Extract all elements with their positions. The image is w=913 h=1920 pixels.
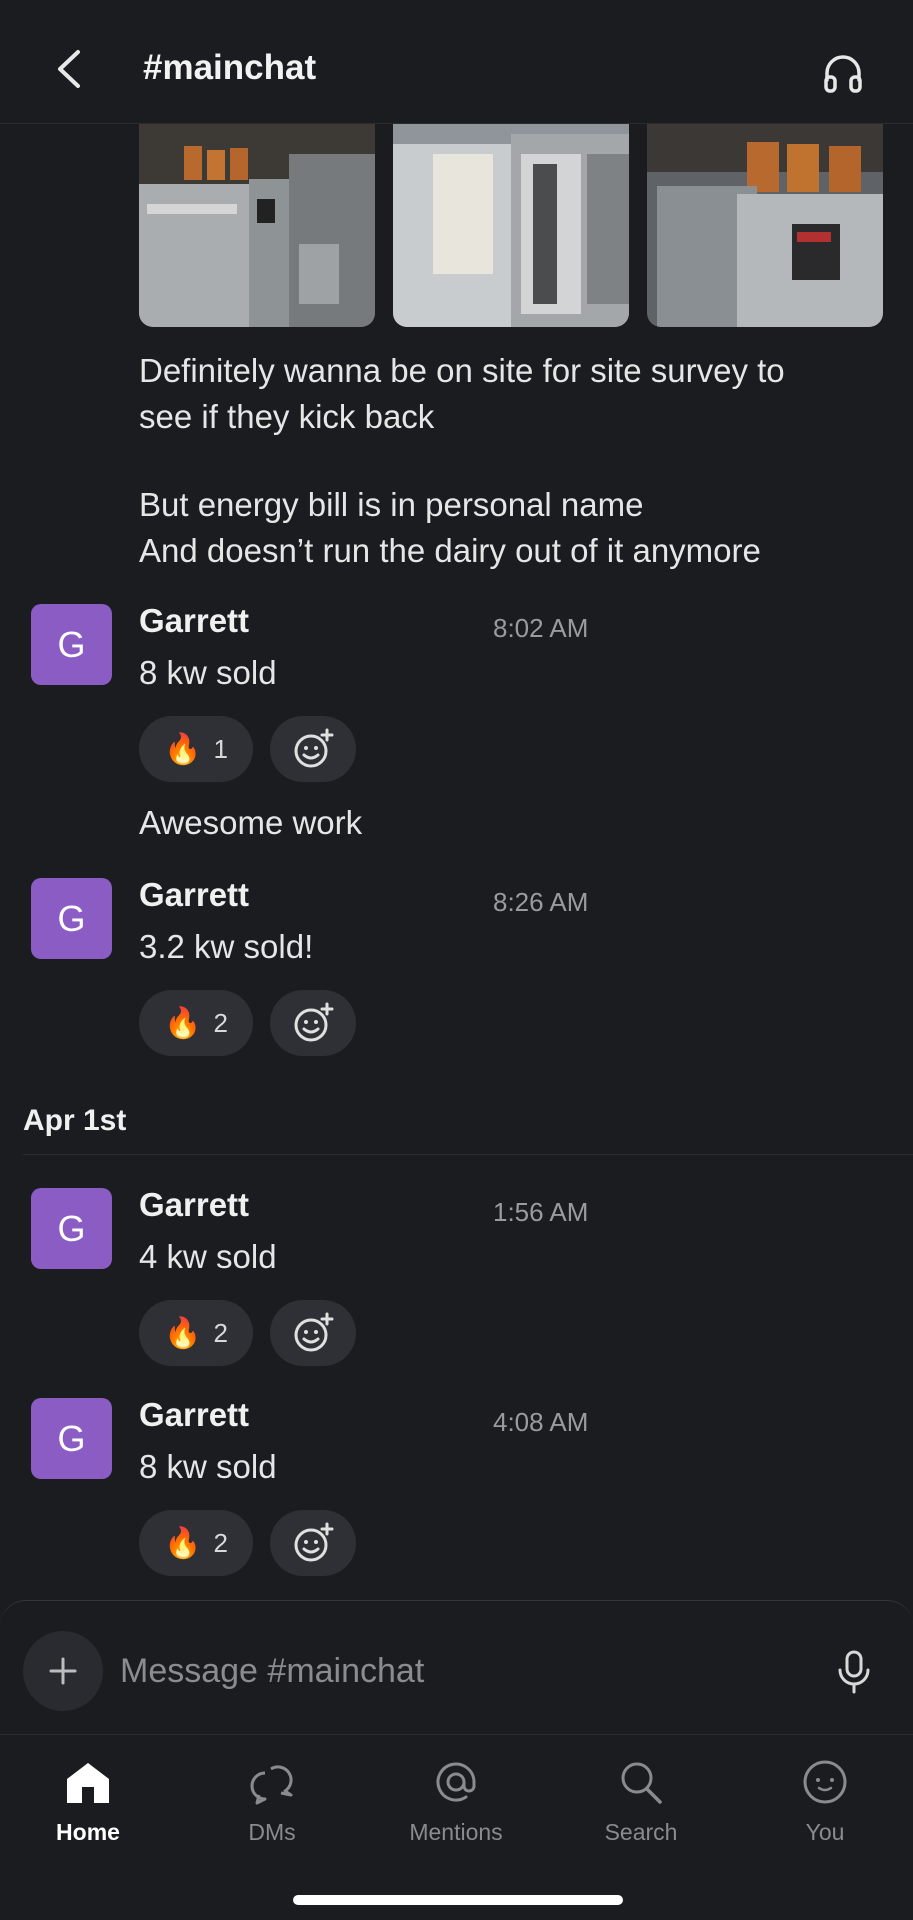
plus-icon xyxy=(49,1657,77,1685)
microphone-icon xyxy=(838,1650,870,1694)
date-divider: Apr 1st xyxy=(23,1104,127,1137)
attachment-image-1[interactable] xyxy=(139,124,375,327)
back-button[interactable] xyxy=(50,46,90,92)
add-reaction-icon xyxy=(294,728,334,768)
message-composer xyxy=(0,1600,913,1734)
add-reaction-button[interactable] xyxy=(270,716,356,782)
attachment-image-3[interactable] xyxy=(647,124,883,327)
fire-emoji: 🔥 xyxy=(164,1526,202,1560)
message-author[interactable]: Garrett xyxy=(139,1396,249,1434)
message-text-line: And doesn’t run the dairy out of it anym… xyxy=(139,532,761,569)
message-text: Awesome work xyxy=(139,804,363,841)
message-text: 3.2 kw sold! xyxy=(139,928,314,965)
attachment-image-2[interactable] xyxy=(393,124,629,327)
message-timestamp: 8:26 AM xyxy=(493,887,589,917)
add-reaction-button[interactable] xyxy=(270,1300,356,1366)
tab-label: DMs xyxy=(248,1819,296,1845)
divider xyxy=(23,1154,913,1155)
tab-dms[interactable]: DMs xyxy=(197,1749,347,1859)
reaction-pill[interactable]: 🔥 2 xyxy=(139,1300,253,1366)
add-reaction-button[interactable] xyxy=(270,990,356,1056)
at-icon xyxy=(436,1762,476,1802)
tab-mentions[interactable]: Mentions xyxy=(381,1749,531,1859)
message-text: 4 kw sold xyxy=(139,1238,277,1275)
avatar[interactable]: G xyxy=(31,1398,112,1479)
reaction-count: 2 xyxy=(213,1527,228,1558)
huddle-button[interactable] xyxy=(820,50,866,96)
fire-emoji: 🔥 xyxy=(164,1006,202,1040)
tab-home[interactable]: Home xyxy=(13,1749,163,1859)
message-timestamp: 1:56 AM xyxy=(493,1197,589,1227)
tab-label: Mentions xyxy=(409,1819,503,1845)
search-icon xyxy=(621,1762,662,1804)
attach-button[interactable] xyxy=(23,1631,103,1711)
avatar[interactable]: G xyxy=(31,604,112,685)
message-author[interactable]: Garrett xyxy=(139,876,249,914)
reaction-count: 2 xyxy=(213,1317,228,1348)
message-text-line: see if they kick back xyxy=(139,398,435,435)
add-reaction-icon xyxy=(294,1522,334,1562)
home-indicator xyxy=(293,1895,623,1905)
add-reaction-icon xyxy=(294,1312,334,1352)
headphones-icon xyxy=(824,55,862,93)
message-text: 8 kw sold xyxy=(139,1448,277,1485)
tab-label: Home xyxy=(56,1819,120,1845)
tab-you[interactable]: You xyxy=(750,1749,900,1859)
image-attachments xyxy=(139,124,884,327)
message-timestamp: 8:02 AM xyxy=(493,613,589,643)
bottom-tab-bar: Home DMs Mentions Search You xyxy=(0,1734,913,1920)
message-text: 8 kw sold xyxy=(139,654,277,691)
home-icon xyxy=(67,1763,109,1803)
message-author[interactable]: Garrett xyxy=(139,1186,249,1224)
channel-header: #mainchat xyxy=(0,0,913,124)
avatar[interactable]: G xyxy=(31,878,112,959)
fire-emoji: 🔥 xyxy=(164,732,202,766)
message-text-line: Definitely wanna be on site for site sur… xyxy=(139,352,785,389)
chevron-left-icon xyxy=(58,50,80,88)
message-text-line: But energy bill is in personal name xyxy=(139,486,644,523)
tab-label: You xyxy=(805,1819,845,1845)
reaction-pill[interactable]: 🔥 2 xyxy=(139,1510,253,1576)
voice-button[interactable] xyxy=(836,1649,872,1695)
message-input[interactable] xyxy=(120,1641,800,1701)
reaction-pill[interactable]: 🔥 2 xyxy=(139,990,253,1056)
reaction-count: 1 xyxy=(213,733,228,764)
message-author[interactable]: Garrett xyxy=(139,602,249,640)
message-feed[interactable]: Definitely wanna be on site for site sur… xyxy=(0,124,913,1600)
message-timestamp: 4:08 AM xyxy=(493,1407,589,1437)
avatar[interactable]: G xyxy=(31,1188,112,1269)
channel-title[interactable]: #mainchat xyxy=(143,48,316,88)
dms-icon xyxy=(250,1765,293,1805)
you-icon xyxy=(803,1760,847,1804)
reaction-pill[interactable]: 🔥 1 xyxy=(139,716,253,782)
tab-label: Search xyxy=(604,1819,678,1845)
add-reaction-button[interactable] xyxy=(270,1510,356,1576)
tab-search[interactable]: Search xyxy=(566,1749,716,1859)
fire-emoji: 🔥 xyxy=(164,1316,202,1350)
add-reaction-icon xyxy=(294,1002,334,1042)
reaction-count: 2 xyxy=(213,1007,228,1038)
